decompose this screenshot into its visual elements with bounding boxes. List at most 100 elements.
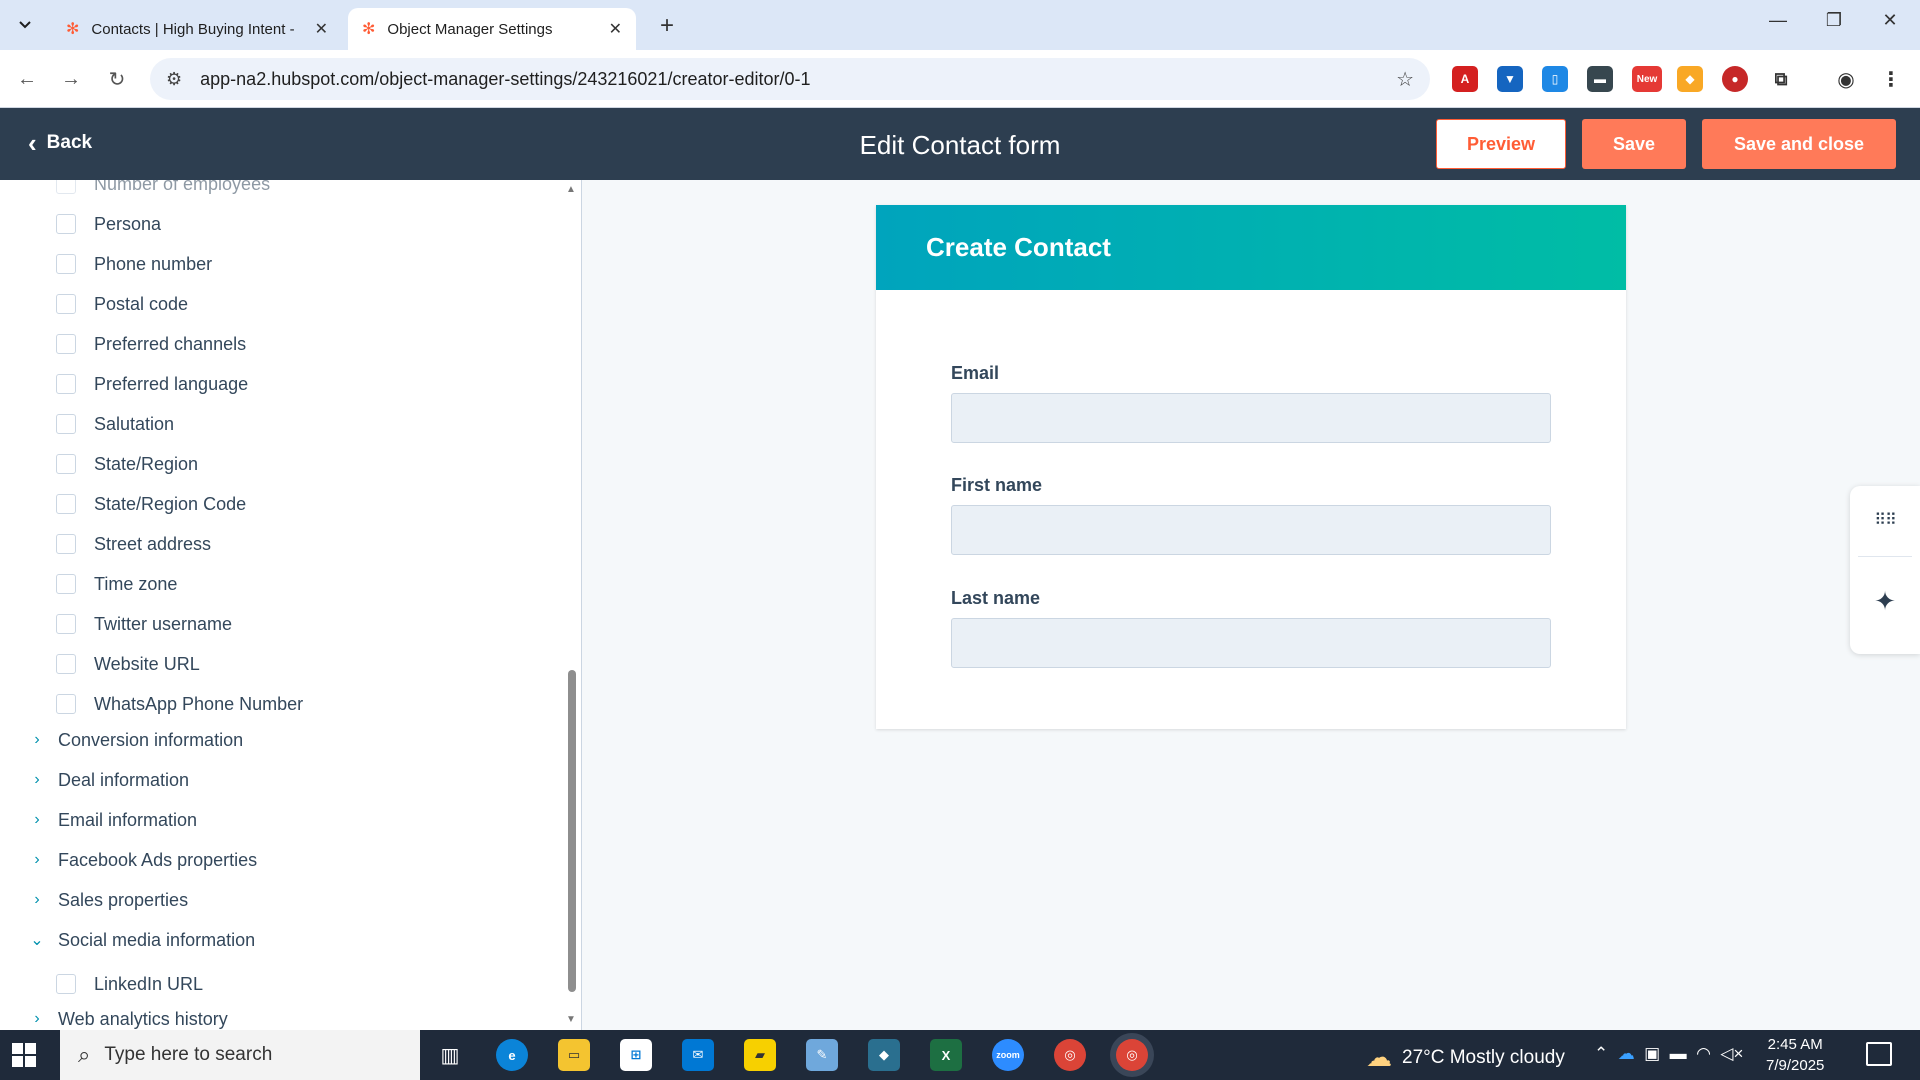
edge-browser-icon[interactable]: e [496,1039,528,1071]
group-web-analytics-history[interactable]: › Web analytics history [28,1007,227,1030]
property-item[interactable]: Number of employees [56,180,270,196]
property-item[interactable]: State/Region Code [56,492,246,516]
preview-button[interactable]: Preview [1436,119,1566,169]
back-button[interactable]: ‹ Back [28,130,92,156]
volume-muted-icon[interactable]: ◁× [1720,1044,1743,1063]
checkbox[interactable] [56,334,76,354]
folder-extension-icon[interactable]: ▬ [1587,66,1613,92]
property-item[interactable]: State/Region [56,452,198,476]
checkbox[interactable] [56,180,76,194]
yellow-extension-icon[interactable]: ◆ [1677,66,1703,92]
puzzle-extensions-icon[interactable]: ⧉ [1768,66,1794,92]
chrome-active-icon[interactable]: ◎ [1116,1039,1148,1071]
profile-icon[interactable]: ◉ [1833,66,1859,92]
scroll-up-arrow-icon[interactable]: ▲ [566,184,576,195]
checkbox[interactable] [56,414,76,434]
tab-search-button[interactable] [8,10,42,40]
checkbox[interactable] [56,694,76,714]
close-icon[interactable]: ✕ [315,19,328,39]
grid-dots-icon[interactable]: ⠿⠿ [1850,510,1920,530]
email-field[interactable] [951,393,1551,443]
last-name-field[interactable] [951,618,1551,668]
reload-icon[interactable]: ↻ [102,64,132,94]
checkbox[interactable] [56,574,76,594]
browser-tab-contacts[interactable]: ✻ Contacts | High Buying Intent - ✕ [52,8,342,50]
chevron-up-icon[interactable]: ⌃ [1594,1044,1608,1063]
chrome-icon[interactable]: ◎ [1054,1039,1086,1071]
chevron-right-icon: › [34,811,40,828]
back-arrow-icon[interactable]: ← [12,64,42,94]
property-item[interactable]: Salutation [56,412,174,436]
property-item[interactable]: Phone number [56,252,212,276]
taskbar-search-box[interactable]: ⌕ Type here to search [60,1030,420,1080]
checkbox[interactable] [56,254,76,274]
display-icon[interactable]: ▣ [1644,1044,1660,1063]
property-label: Twitter username [94,613,233,634]
new-badge-extension-icon[interactable]: New [1632,66,1662,92]
shield-extension-icon[interactable]: ▼ [1497,66,1523,92]
minimize-icon[interactable]: — [1758,10,1798,31]
checkbox[interactable] [56,294,76,314]
taskbar-clock[interactable]: 2:45 AM 7/9/2025 [1766,1034,1824,1076]
notepad-icon[interactable]: ✎ [806,1039,838,1071]
property-item[interactable]: Persona [56,212,161,236]
new-tab-button[interactable]: + [652,12,682,40]
property-item[interactable]: Postal code [56,292,188,316]
mail-icon[interactable]: ✉ [682,1039,714,1071]
site-info-icon[interactable]: ⚙ [166,69,182,90]
property-item[interactable]: Time zone [56,572,177,596]
sticky-notes-icon[interactable]: ▰ [744,1039,776,1071]
microsoft-store-icon[interactable]: ⊞ [620,1039,652,1071]
browser-tab-object-manager[interactable]: ✻ Object Manager Settings ✕ [348,8,636,50]
property-item[interactable]: Preferred channels [56,332,246,356]
group-facebook-ads-properties[interactable]: › Facebook Ads properties [28,848,257,872]
checkbox[interactable] [56,494,76,514]
system-tray[interactable]: ⌃ ☁ ▣ ▬ ◠ ◁× [1594,1044,1743,1064]
property-item[interactable]: Website URL [56,652,200,676]
excel-icon[interactable]: X [930,1039,962,1071]
property-item[interactable]: WhatsApp Phone Number [56,692,303,716]
pdf-extension-icon[interactable]: A [1452,66,1478,92]
checkbox[interactable] [56,454,76,474]
red-circle-extension-icon[interactable]: ● [1722,66,1748,92]
checkbox[interactable] [56,534,76,554]
group-sales-properties[interactable]: › Sales properties [28,888,188,912]
address-bar[interactable]: ⚙ app-na2.hubspot.com/object-manager-set… [150,58,1430,100]
first-name-field[interactable] [951,505,1551,555]
property-item[interactable]: Twitter username [56,612,232,636]
checkbox[interactable] [56,214,76,234]
save-button[interactable]: Save [1582,119,1686,169]
close-window-icon[interactable]: ✕ [1870,10,1910,31]
menu-dots-icon[interactable]: ⋮ [1878,66,1904,92]
restore-icon[interactable]: ❐ [1814,10,1854,31]
checkbox[interactable] [56,654,76,674]
close-icon[interactable]: ✕ [609,19,622,39]
group-deal-information[interactable]: › Deal information [28,768,189,792]
property-item[interactable]: Street address [56,532,211,556]
windows-start-icon[interactable] [12,1043,36,1067]
checkbox[interactable] [56,974,76,994]
diamond-app-icon[interactable]: ◆ [868,1039,900,1071]
onedrive-icon[interactable]: ☁ [1618,1044,1635,1063]
scroll-down-arrow-icon[interactable]: ▼ [566,1014,576,1025]
scrollbar-thumb[interactable] [568,670,576,992]
checkbox[interactable] [56,614,76,634]
property-item[interactable]: Preferred language [56,372,248,396]
document-extension-icon[interactable]: ▯ [1542,66,1568,92]
save-and-close-button[interactable]: Save and close [1702,119,1896,169]
forward-arrow-icon[interactable]: → [56,64,86,94]
battery-icon[interactable]: ▬ [1670,1044,1687,1063]
weather-widget[interactable]: ☁ 27°C Mostly cloudy [1366,1042,1565,1073]
task-view-icon[interactable]: ▥ [434,1039,466,1071]
group-email-information[interactable]: › Email information [28,808,197,832]
checkbox[interactable] [56,374,76,394]
wifi-icon[interactable]: ◠ [1696,1044,1711,1063]
property-item[interactable]: LinkedIn URL [56,972,203,996]
notification-center-icon[interactable] [1866,1042,1892,1066]
group-social-media-information[interactable]: ⌄ Social media information [28,928,255,952]
bookmark-star-icon[interactable]: ☆ [1396,67,1414,92]
file-explorer-icon[interactable]: ▭ [558,1039,590,1071]
sparkle-ai-icon[interactable]: ✦ [1850,586,1920,617]
group-conversion-information[interactable]: › Conversion information [28,728,243,752]
zoom-icon[interactable]: zoom [992,1039,1024,1071]
